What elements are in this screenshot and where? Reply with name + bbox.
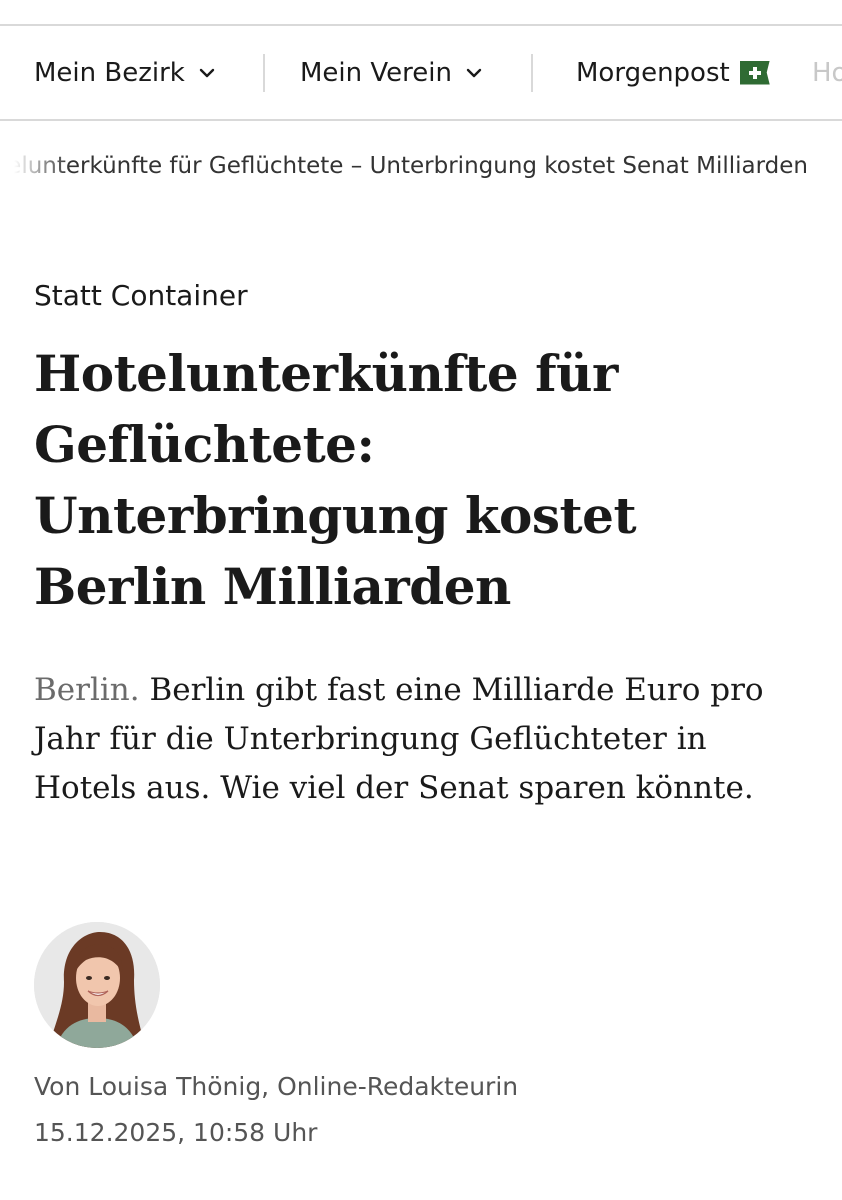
top-navigation: Mein Bezirk Mein Verein Morgenpost Ho [0,26,842,121]
nav-item-overflow[interactable]: Ho [812,26,842,119]
breadcrumb-current: Hotelunterkünfte für Geflüchtete – Unter… [0,153,808,179]
author-byline: Von Louisa Thönig, Online-Redakteurin [34,1072,519,1101]
chevron-down-icon [466,68,482,77]
nav-item-label: Mein Bezirk [34,57,185,88]
article-dateline: Berlin. [34,672,140,708]
breadcrumb: Hotelunterkünfte für Geflüchtete – Unter… [0,150,842,184]
article-kicker: Statt Container [34,279,248,312]
author-photo [34,922,160,1048]
nav-separator [531,54,533,92]
plus-badge-icon [739,60,770,85]
breadcrumb-fade [0,150,70,184]
article-headline: Hotelunterkünfte für Geflüchtete: Unterb… [34,344,637,616]
article-lead-text: Berlin gibt fast eine Milliarde Euro pro… [34,672,764,806]
nav-item-label: Mein Verein [300,57,452,88]
nav-separator [263,54,265,92]
nav-item-mein-bezirk[interactable]: Mein Bezirk [34,26,215,119]
nav-item-label: Ho [812,57,842,88]
author-avatar[interactable] [34,922,160,1048]
nav-item-mein-verein[interactable]: Mein Verein [300,26,482,119]
article-lead: Berlin. Berlin gibt fast eine Milliarde … [34,666,814,813]
nav-item-morgenpost-plus[interactable]: Morgenpost [576,26,770,119]
chevron-down-icon [199,68,215,77]
nav-item-label: Morgenpost [576,57,730,88]
publish-date: 15.12.2025, 10:58 Uhr [34,1118,318,1147]
